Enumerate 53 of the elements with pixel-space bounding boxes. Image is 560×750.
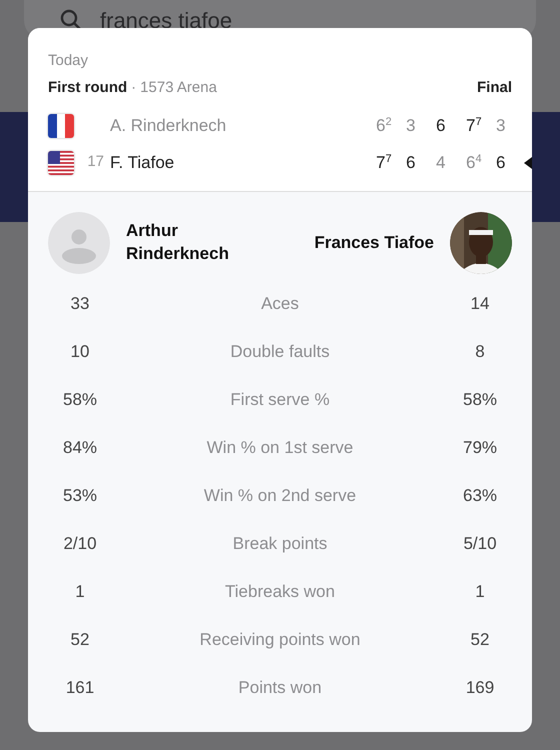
stat-value: 10 [70,341,90,364]
seed-number: 17 [86,152,105,172]
stat-value: 53% [62,485,98,508]
stat-value: 58% [462,389,498,412]
player-name: Frances Tiafoe [314,232,434,254]
stat-value: 33 [70,293,90,316]
stat-label: Double faults [229,341,331,364]
stat-value: 52 [70,629,90,652]
stat-value: 1 [74,581,86,604]
stat-value: 63% [462,485,498,508]
player-name: F. Tiafoe [110,152,176,174]
set-score: 7$^{7}$ [466,114,483,137]
match-status: Final [476,78,512,98]
stat-value: 8 [474,341,486,364]
stat-value: 161 [64,677,96,700]
set-score: 3 [406,114,416,137]
match-date: Today [48,51,90,71]
flag-icon [48,150,74,174]
stat-value: 169 [464,677,496,700]
set-score: 6 [496,152,506,174]
venue-label: 1573 Arena [140,78,217,96]
search-icon [60,9,82,31]
stat-value: 52 [470,629,490,652]
stat-label: Tiebreaks won [224,581,336,604]
stat-label: Win % on 2nd serve [202,485,358,508]
flag-icon [48,114,74,138]
stat-label: Win % on 1st serve [206,437,354,460]
set-score: 4 [436,152,446,174]
stat-value: 58% [62,389,98,412]
set-score: 3 [496,114,506,137]
stat-value: 79% [462,437,498,460]
set-score: 6$^{2}$ [376,114,393,137]
winner-icon [524,156,532,168]
set-score: 7$^{7}$ [376,152,393,174]
player-name: A. Rinderknech [110,114,228,137]
stat-value: 2/10 [62,533,98,556]
separator-dot: · [130,78,138,96]
stat-value: 14 [470,293,490,316]
stat-label: Aces [260,293,300,316]
stat-value: 84% [62,437,98,460]
set-score: 6$^{4}$ [466,152,483,174]
set-score: 6 [436,114,446,137]
round-label: First round [48,78,128,96]
stat-label: Receiving points won [198,629,362,652]
player-name: Arthur Rinderknech [126,220,230,265]
set-score: 6 [406,152,416,174]
stat-value: 5/10 [462,533,498,556]
stat-label: Break points [232,533,328,556]
stat-label: First serve % [229,389,331,412]
stat-label: Points won [237,677,323,700]
search-query: frances tiafoe [100,6,232,34]
avatar-placeholder-icon [48,212,110,274]
stat-value: 1 [474,581,486,604]
